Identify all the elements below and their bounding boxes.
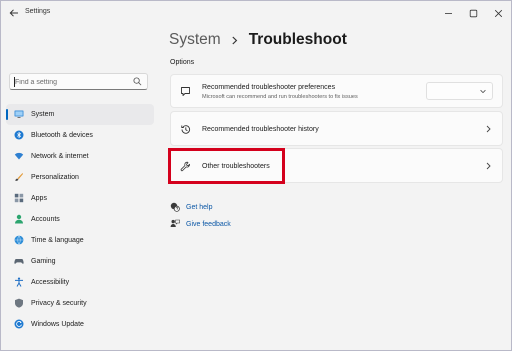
card-title: Recommended troubleshooter preferences — [202, 84, 336, 91]
sidebar-item-label: Apps — [31, 195, 47, 202]
network-icon — [14, 152, 24, 160]
give-feedback-link[interactable]: Give feedback — [170, 218, 231, 230]
maximize-icon — [469, 9, 478, 17]
gaming-icon — [14, 259, 24, 264]
sidebar-item-label: Windows Update — [31, 321, 84, 328]
system-icon — [14, 110, 24, 118]
search-icon[interactable] — [133, 77, 142, 86]
personalization-icon — [15, 173, 23, 181]
sidebar-item-accounts[interactable]: Accounts — [6, 209, 154, 230]
breadcrumb-parent[interactable]: System — [169, 31, 221, 49]
window-title: Settings — [25, 8, 51, 15]
sidebar-item-label: Privacy & security — [31, 300, 87, 307]
sidebar-item-label: Gaming — [31, 258, 56, 265]
bluetooth-icon — [14, 130, 24, 140]
sidebar-nav: System Bluetooth & devices Network & int… — [6, 104, 154, 335]
minimize-button[interactable] — [436, 1, 461, 25]
sidebar-item-gaming[interactable]: Gaming — [6, 251, 154, 272]
sidebar-item-label: Accessibility — [31, 279, 70, 286]
windows-update-icon — [14, 319, 24, 329]
sidebar-item-label: System — [31, 111, 55, 118]
feedback-icon — [170, 219, 180, 227]
window-controls — [436, 1, 511, 25]
chevron-right-icon — [486, 125, 491, 133]
sidebar-item-accessibility[interactable]: Accessibility — [6, 272, 154, 293]
sidebar-item-apps[interactable]: Apps — [6, 188, 154, 209]
minimize-icon — [445, 12, 452, 14]
card-troubleshooter-history[interactable]: Recommended troubleshooter history — [170, 111, 503, 146]
sidebar-item-system[interactable]: System — [6, 104, 154, 125]
settings-window: Settings System — [0, 0, 512, 351]
accounts-icon — [15, 214, 23, 224]
search-input[interactable] — [15, 77, 125, 87]
page-title: Troubleshoot — [248, 31, 347, 48]
apps-icon — [14, 193, 24, 203]
card-title: Recommended troubleshooter history — [202, 126, 319, 133]
help-icon — [170, 202, 180, 212]
chevron-right-icon — [486, 162, 491, 170]
sidebar-item-network[interactable]: Network & internet — [6, 146, 154, 167]
sidebar-item-bluetooth[interactable]: Bluetooth & devices — [6, 125, 154, 146]
title-bar: Settings — [1, 1, 511, 25]
highlight-box — [168, 148, 285, 184]
chevron-down-icon — [480, 89, 486, 94]
preferences-dropdown[interactable] — [426, 82, 493, 100]
close-icon — [494, 9, 503, 17]
card-troubleshooter-preferences: Recommended troubleshooter preferences M… — [170, 74, 503, 108]
sidebar-item-time-language[interactable]: Time & language — [6, 230, 154, 251]
shield-icon — [15, 298, 23, 308]
sidebar-item-privacy[interactable]: Privacy & security — [6, 293, 154, 314]
sidebar-item-label: Personalization — [31, 174, 79, 181]
get-help-link[interactable]: Get help — [170, 201, 212, 213]
chevron-right-icon — [232, 36, 237, 44]
sidebar-item-windows-update[interactable]: Windows Update — [6, 314, 154, 335]
link-label: Give feedback — [186, 220, 231, 228]
breadcrumb: System Troubleshoot — [169, 31, 347, 49]
back-arrow-icon[interactable] — [8, 7, 20, 19]
sidebar-item-personalization[interactable]: Personalization — [6, 167, 154, 188]
sidebar-item-label: Time & language — [31, 237, 84, 244]
close-button[interactable] — [486, 1, 511, 25]
history-icon — [181, 125, 190, 134]
link-label: Get help — [186, 203, 213, 211]
card-subtitle: Microsoft can recommend and run troubles… — [202, 94, 358, 100]
sidebar-item-label: Accounts — [31, 216, 60, 223]
sidebar-item-label: Bluetooth & devices — [31, 132, 93, 139]
search-box[interactable] — [9, 73, 148, 90]
chat-bubble-icon — [181, 87, 190, 96]
accessibility-icon — [15, 277, 23, 287]
maximize-button[interactable] — [461, 1, 486, 25]
section-label: Options — [170, 59, 195, 66]
sidebar-item-label: Network & internet — [31, 153, 89, 160]
time-language-icon — [14, 235, 24, 245]
